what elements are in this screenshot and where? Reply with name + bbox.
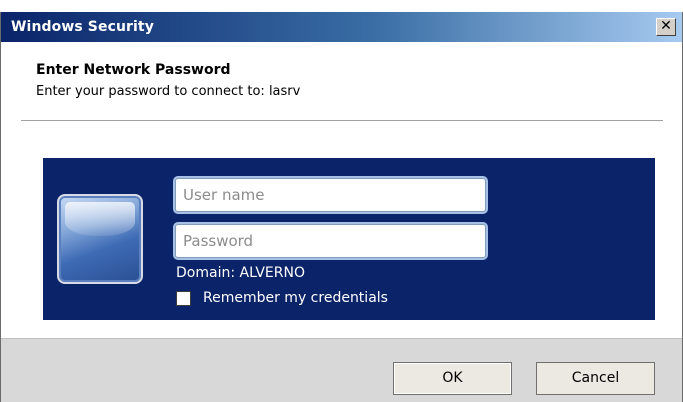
- background-strip: [0, 0, 683, 12]
- user-tile-icon: [57, 194, 143, 284]
- dialog-footer: OK Cancel: [1, 338, 682, 402]
- remember-credentials-toggle[interactable]: Remember my credentials: [176, 289, 388, 307]
- credential-panel: Domain: ALVERNO Remember my credentials: [43, 158, 655, 320]
- close-icon: ✕: [660, 18, 672, 34]
- domain-label: Domain: ALVERNO: [176, 265, 305, 281]
- remember-label: Remember my credentials: [203, 290, 388, 306]
- username-input[interactable]: [175, 178, 486, 212]
- dialog-subheading: Enter your password to connect to: lasrv: [36, 84, 301, 99]
- password-input[interactable]: [175, 224, 486, 258]
- dialog-heading: Enter Network Password: [36, 62, 231, 78]
- remember-checkbox[interactable]: [176, 290, 191, 306]
- security-dialog: Windows Security ✕ Enter Network Passwor…: [0, 12, 683, 402]
- tile-shine: [65, 202, 135, 236]
- ok-button[interactable]: OK: [393, 362, 512, 395]
- dialog-content: Enter Network Password Enter your passwo…: [1, 42, 682, 338]
- window-title: Windows Security: [11, 19, 154, 35]
- title-bar[interactable]: Windows Security ✕: [1, 12, 682, 42]
- cancel-button[interactable]: Cancel: [536, 362, 655, 395]
- close-button[interactable]: ✕: [656, 18, 676, 36]
- divider: [21, 120, 663, 121]
